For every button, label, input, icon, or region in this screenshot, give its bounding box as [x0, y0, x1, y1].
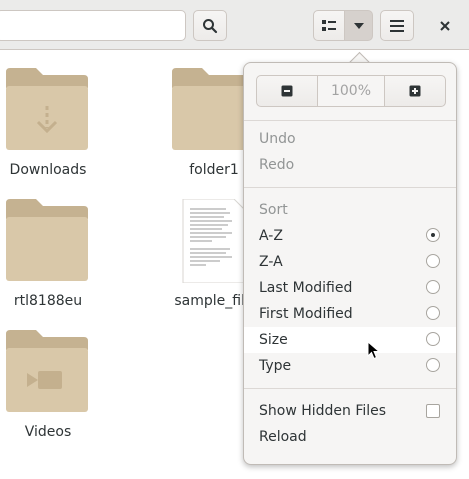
show-hidden-files-item[interactable]: Show Hidden Files — [244, 398, 456, 424]
zoom-out-button[interactable] — [256, 75, 318, 107]
sort-option-label: Size — [259, 332, 288, 348]
radio-unselected — [426, 332, 440, 346]
show-hidden-files-label: Show Hidden Files — [259, 403, 387, 419]
search-icon — [203, 18, 218, 33]
list-view-button[interactable] — [313, 10, 345, 41]
sort-option-last-modified[interactable]: Last Modified — [244, 275, 456, 301]
undo-item[interactable]: Undo — [244, 126, 456, 152]
sort-option-size[interactable]: Size — [244, 327, 456, 353]
header-bar — [0, 0, 469, 50]
file-item[interactable]: Videos — [0, 330, 96, 444]
search-button[interactable] — [193, 10, 227, 41]
radio-unselected — [426, 306, 440, 320]
file-name: Videos — [24, 424, 72, 440]
sort-option-label: First Modified — [259, 306, 353, 322]
close-icon — [440, 21, 450, 31]
document-icon — [182, 199, 246, 283]
radio-unselected — [426, 358, 440, 372]
sort-option-first-modified[interactable]: First Modified — [244, 301, 456, 327]
zoom-in-icon — [409, 85, 421, 97]
radio-selected — [426, 228, 440, 242]
main-menu-button[interactable] — [380, 10, 414, 41]
sort-option-label: A-Z — [259, 228, 283, 244]
show-hidden-checkbox[interactable] — [426, 404, 440, 418]
redo-item[interactable]: Redo — [244, 152, 456, 178]
radio-unselected — [426, 280, 440, 294]
close-button[interactable] — [433, 14, 457, 38]
separator — [244, 120, 456, 121]
file-item[interactable]: rtl8188eu — [0, 199, 96, 313]
folder-videos-icon — [6, 330, 88, 412]
sort-option-label: Z-A — [259, 254, 283, 270]
sort-option-z-a[interactable]: Z-A — [244, 249, 456, 275]
folder-icon — [6, 199, 88, 281]
folder-download-icon — [6, 68, 88, 150]
hamburger-menu-icon — [390, 19, 404, 32]
view-options-button[interactable] — [344, 10, 373, 41]
sort-option-a-z[interactable]: A-Z — [244, 223, 456, 249]
file-name: Downloads — [9, 162, 87, 178]
view-options-popover: 100% Undo Redo Sort A-Z Z-A Last Modifie… — [243, 62, 457, 465]
radio-unselected — [426, 254, 440, 268]
reload-item[interactable]: Reload — [244, 424, 456, 450]
list-view-icon — [322, 19, 336, 31]
dropdown-icon — [353, 22, 364, 29]
file-item[interactable]: Downloads — [0, 68, 96, 182]
file-name: rtl8188eu — [13, 293, 83, 309]
separator — [244, 187, 456, 188]
search-input[interactable] — [0, 10, 186, 41]
separator — [244, 388, 456, 389]
zoom-out-icon — [281, 85, 293, 97]
sort-heading: Sort — [259, 202, 288, 218]
zoom-in-button[interactable] — [384, 75, 446, 107]
sort-option-label: Type — [259, 358, 292, 374]
mouse-cursor-icon — [367, 341, 381, 360]
zoom-level: 100% — [318, 75, 384, 107]
zoom-controls: 100% — [256, 75, 446, 107]
sort-option-type[interactable]: Type — [244, 353, 456, 379]
sort-option-label: Last Modified — [259, 280, 353, 296]
